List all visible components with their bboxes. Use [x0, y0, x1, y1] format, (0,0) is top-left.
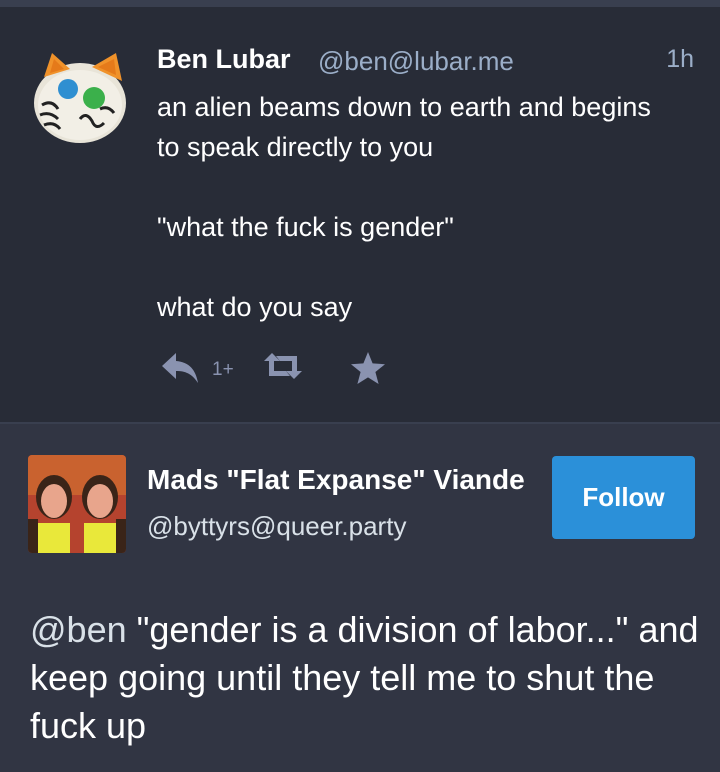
author-handle[interactable]: @byttyrs@queer.party: [147, 511, 406, 542]
author-name[interactable]: Ben Lubar: [157, 44, 291, 75]
mention-link[interactable]: @ben: [30, 609, 127, 650]
status-content: an alien beams down to earth and begins …: [157, 87, 677, 327]
follow-button[interactable]: Follow: [552, 456, 695, 539]
status-paragraph: "what the fuck is gender": [157, 212, 454, 242]
avatar[interactable]: [30, 45, 130, 145]
status-card: Ben Lubar @ben@lubar.me 1h an alien beam…: [0, 7, 720, 422]
reply-text: "gender is a division of labor..." and k…: [30, 609, 699, 746]
reply-icon: [162, 353, 198, 383]
star-icon: [351, 352, 385, 384]
avatar[interactable]: [28, 455, 126, 553]
favourite-button[interactable]: [350, 351, 386, 385]
reply-content: @ben "gender is a division of labor..." …: [30, 606, 700, 750]
status-paragraph: an alien beams down to earth and begins …: [157, 92, 651, 162]
timestamp[interactable]: 1h: [666, 45, 694, 74]
boost-button[interactable]: [262, 351, 304, 381]
author-name[interactable]: Mads "Flat Expanse" Viande: [147, 464, 525, 496]
top-divider: [0, 0, 720, 7]
reply-count: 1+: [212, 359, 234, 380]
reply-button[interactable]: [160, 351, 200, 385]
status-paragraph: what do you say: [157, 292, 353, 322]
author-handle[interactable]: @ben@lubar.me: [318, 46, 514, 77]
retweet-icon: [264, 353, 302, 379]
reply-card: Mads "Flat Expanse" Viande @byttyrs@quee…: [0, 424, 720, 772]
